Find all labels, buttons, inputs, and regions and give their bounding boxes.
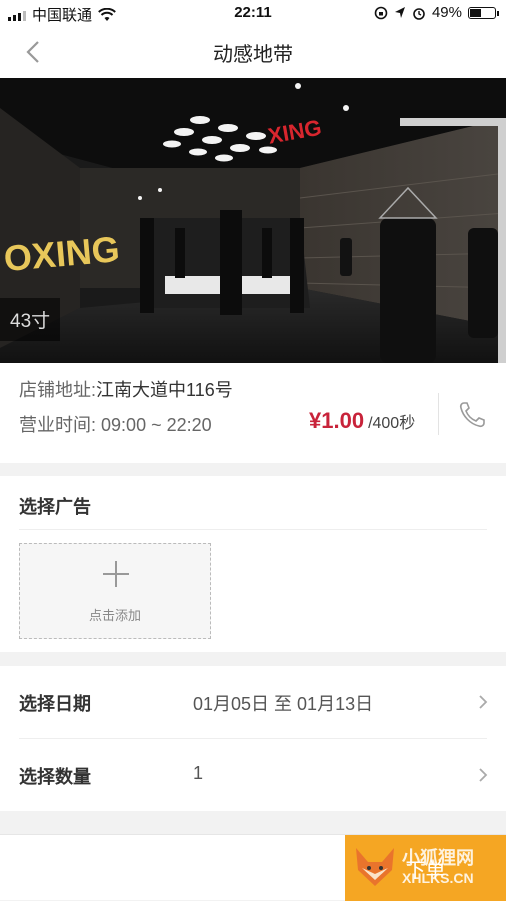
nav-bar: 动感地带 xyxy=(0,26,506,78)
hours-label: 营业时间: xyxy=(19,415,97,435)
add-ad-button[interactable]: 点击添加 xyxy=(19,543,211,639)
divider xyxy=(19,529,487,530)
page-title: 动感地带 xyxy=(213,44,293,66)
date-value: 01月05日 至 01月13日 xyxy=(193,694,374,714)
selection-card: 选择日期 01月05日 至 01月13日 选择数量 1 xyxy=(0,666,506,811)
battery-level xyxy=(470,8,481,17)
address-label: 店铺地址: xyxy=(19,380,97,400)
ad-section-title: 选择广告 xyxy=(19,497,91,517)
phone-icon[interactable] xyxy=(456,399,488,431)
bottom-bar: 下单 小狐狸网 XHLKS.CN xyxy=(0,834,506,901)
battery-percent: 49% xyxy=(431,4,462,21)
boxing-gym-illustration: OXING XING xyxy=(0,78,506,363)
select-quantity-row[interactable]: 选择数量 1 xyxy=(0,739,506,811)
price-amount: ¥1.00 xyxy=(309,408,365,433)
order-button-label: 下单 xyxy=(405,859,446,882)
ad-selection-card: 选择广告 点击添加 xyxy=(0,476,506,652)
rotation-lock-icon xyxy=(374,6,388,19)
date-label: 选择日期 xyxy=(19,694,91,714)
chevron-right-icon xyxy=(479,695,488,709)
plus-icon xyxy=(103,561,129,587)
divider xyxy=(438,393,439,435)
price-info: ¥1.00/400秒 xyxy=(309,408,415,434)
store-address: 店铺地址:江南大道中116号 xyxy=(19,376,233,402)
price-unit: /400秒 xyxy=(368,415,416,432)
address-value: 江南大道中116号 xyxy=(96,380,233,400)
quantity-label: 选择数量 xyxy=(19,767,91,787)
business-hours: 营业时间: 09:00 ~ 22:20 xyxy=(19,411,212,437)
store-info-card: 店铺地址:江南大道中116号 营业时间: 09:00 ~ 22:20 ¥1.00… xyxy=(0,363,506,463)
chevron-right-icon xyxy=(479,768,488,782)
add-ad-label: 点击添加 xyxy=(88,608,141,623)
store-photo: OXING XING 43寸 xyxy=(0,78,506,363)
battery-icon xyxy=(468,6,499,19)
hours-value: 09:00 ~ 22:20 xyxy=(101,415,212,435)
status-right: 49% xyxy=(374,4,499,21)
location-icon xyxy=(394,6,405,18)
status-bar: 中国联通 22:11 49% xyxy=(0,0,506,26)
alarm-icon xyxy=(413,7,425,20)
order-button[interactable]: 下单 xyxy=(345,835,506,901)
quantity-value: 1 xyxy=(193,763,204,783)
select-date-row[interactable]: 选择日期 01月05日 至 01月13日 xyxy=(0,666,506,739)
screen-size-badge: 43寸 xyxy=(0,298,61,341)
